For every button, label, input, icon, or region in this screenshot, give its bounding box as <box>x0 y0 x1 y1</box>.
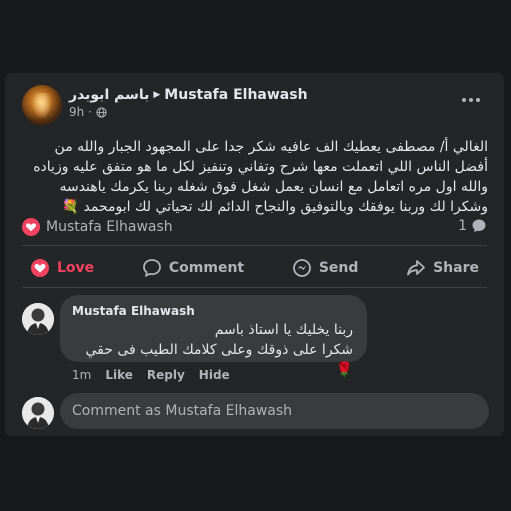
love-button[interactable]: Love <box>22 258 102 278</box>
reactions-summary[interactable]: Mustafa Elhawash <box>22 218 173 236</box>
post-body: الغالي أ/ مصطفى يعطيك الف عافيه شكر جدا … <box>33 139 488 215</box>
love-reaction-icon <box>22 218 40 236</box>
post-actions: Love Comment Send Share <box>22 253 487 283</box>
comment-count-icon <box>472 219 486 233</box>
post-time[interactable]: 9h · <box>69 105 92 119</box>
comment-hide-button[interactable]: Hide <box>199 368 230 382</box>
post-recipient-name[interactable]: Mustafa Elhawash <box>164 87 307 103</box>
share-label: Share <box>433 260 479 276</box>
post-card: باسم ابوبدر ▶ Mustafa Elhawash 9h · الغا… <box>5 73 504 436</box>
comment-label: Comment <box>168 260 245 276</box>
comment-reply-button[interactable]: Reply <box>147 368 185 382</box>
comment-count-value: 1 <box>458 218 467 234</box>
send-label: Send <box>318 260 359 276</box>
divider <box>22 287 487 288</box>
share-button[interactable]: Share <box>398 258 487 278</box>
share-icon <box>407 260 425 276</box>
comment-bubble: Mustafa Elhawash ربنا يخليك يا استاذ باس… <box>60 295 367 378</box>
comment-author-name[interactable]: Mustafa Elhawash <box>72 304 195 318</box>
comment-icon <box>142 259 161 278</box>
post-author-name[interactable]: باسم ابوبدر <box>69 87 149 103</box>
post-meta: 9h · <box>69 105 107 119</box>
comment-like-button[interactable]: Like <box>105 368 133 382</box>
comment-count[interactable]: 1 <box>458 218 487 234</box>
comment-actions: 1m Like Reply Hide <box>72 368 230 382</box>
globe-icon <box>96 106 107 118</box>
comment-author-avatar[interactable] <box>22 303 54 335</box>
comment-input[interactable]: Comment as Mustafa Elhawash <box>60 393 489 429</box>
comment-time[interactable]: 1m <box>72 368 91 382</box>
reaction-user-name: Mustafa Elhawash <box>46 219 173 235</box>
more-icon[interactable] <box>462 95 482 105</box>
composer-avatar[interactable] <box>22 397 54 429</box>
comment-line-1: ربنا يخليك يا استاذ باسم <box>214 322 353 338</box>
comment-button[interactable]: Comment <box>134 258 252 278</box>
send-button[interactable]: Send <box>284 258 367 278</box>
post-author-avatar[interactable] <box>22 85 62 125</box>
divider <box>22 245 487 246</box>
love-label: Love <box>57 260 95 276</box>
send-icon <box>292 259 311 277</box>
post-header: باسم ابوبدر ▶ Mustafa Elhawash <box>69 85 308 105</box>
arrow-right-icon: ▶ <box>153 90 161 100</box>
love-icon <box>31 259 49 277</box>
